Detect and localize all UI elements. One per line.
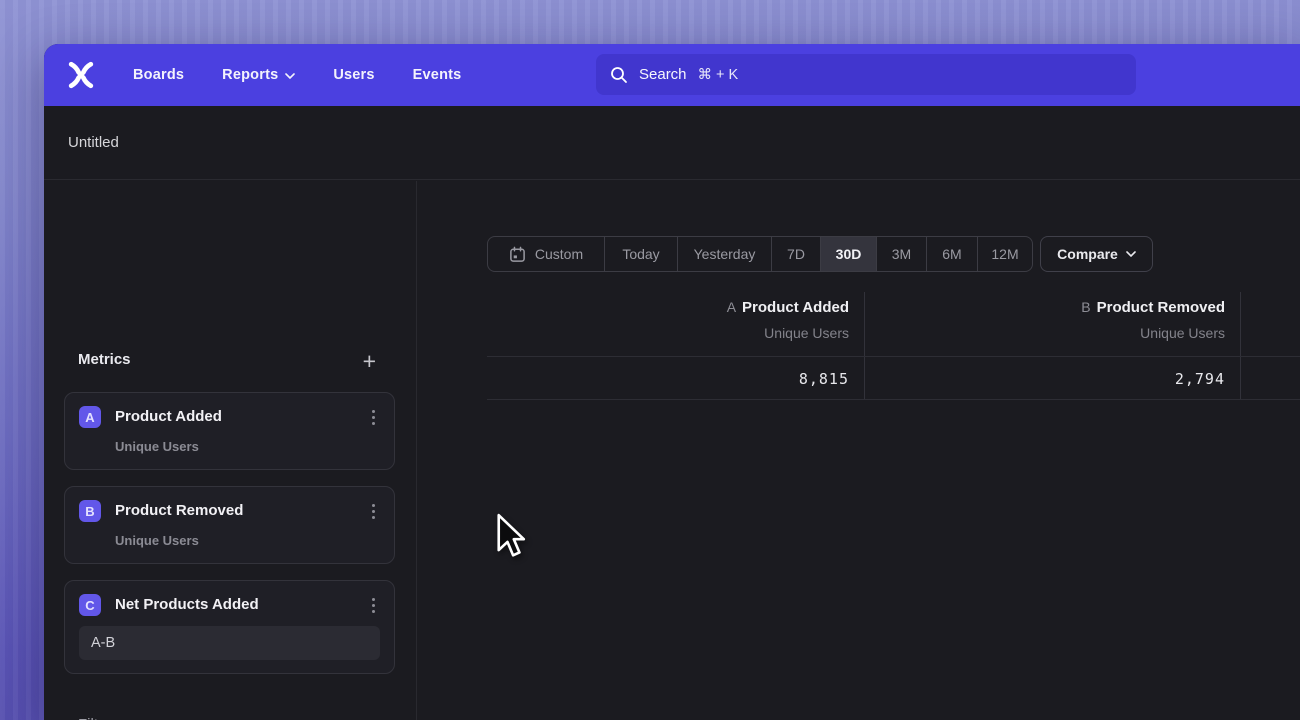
app-window: Boards Reports Users Events Search ⌘ + K… [44,44,1300,720]
range-label: Today [622,246,659,262]
range-12m[interactable]: 12M [978,237,1032,271]
sidebar: Metrics + A Product Added Unique Users B… [44,181,417,720]
metric-letter: B [1081,299,1090,315]
range-label: 6M [942,246,961,262]
metric-title: Product Added [115,408,222,425]
doc-header: Untitled [44,106,1300,180]
search-icon [610,66,628,84]
kebab-menu-icon[interactable] [364,406,382,428]
range-7d[interactable]: 7D [772,237,821,271]
metric-card-c[interactable]: C Net Products Added A-B [64,580,395,674]
range-label: 12M [991,246,1018,262]
table-column-divider [864,292,865,399]
kebab-menu-icon[interactable] [364,594,382,616]
search-placeholder: Search [639,66,687,83]
doc-title[interactable]: Untitled [68,134,119,151]
add-metric-icon[interactable]: + [363,346,376,376]
range-yesterday[interactable]: Yesterday [678,237,772,271]
nav-label: Reports [222,67,278,83]
chevron-down-icon [285,73,295,79]
table-column-divider [1240,292,1241,399]
formula-input[interactable]: A-B [79,626,380,660]
metric-subtitle[interactable]: Unique Users [115,439,199,454]
nav-item-events[interactable]: Events [413,67,462,83]
chevron-down-icon [1126,251,1136,257]
metric-card-a[interactable]: A Product Added Unique Users [64,392,395,470]
metric-badge-c: C [79,594,101,616]
range-label: 7D [787,246,805,262]
range-label: 30D [836,246,862,262]
table-value-b: 2,794 [867,364,1225,394]
metric-badge-b: B [79,500,101,522]
range-3m[interactable]: 3M [877,237,927,271]
table-value-a: 8,815 [487,364,849,394]
search-input[interactable]: Search ⌘ + K [596,54,1136,95]
mixpanel-logo-icon[interactable] [66,60,96,90]
add-filter-icon[interactable]: + [363,711,376,720]
nav-item-boards[interactable]: Boards [133,67,184,83]
mouse-cursor-icon [496,513,532,561]
nav-label: Users [333,67,374,83]
top-navbar: Boards Reports Users Events Search ⌘ + K [44,44,1300,106]
filter-section: Filter + [44,711,416,720]
table-header-col-a: A Product Added Unique Users [487,299,849,341]
column-subtitle: Unique Users [867,325,1225,341]
column-subtitle: Unique Users [487,325,849,341]
nav-label: Events [413,67,462,83]
range-label: 3M [892,246,911,262]
date-range-picker: Custom Today Yesterday 7D 30D 3M 6M 12M [487,236,1033,272]
range-today[interactable]: Today [605,237,678,271]
metric-card-b[interactable]: B Product Removed Unique Users [64,486,395,564]
metrics-header: Metrics + [44,346,416,376]
nav-label: Boards [133,67,184,83]
range-30d-selected[interactable]: 30D [821,237,877,271]
range-label: Yesterday [694,246,756,262]
search-shortcut: ⌘ + K [698,67,739,83]
table-row-divider [487,399,1300,400]
range-6m[interactable]: 6M [927,237,978,271]
table-header-divider [487,356,1300,357]
metric-badge-a: A [79,406,101,428]
compare-button[interactable]: Compare [1040,236,1153,272]
nav-item-users[interactable]: Users [333,67,374,83]
metric-title: Product Removed [115,502,243,519]
kebab-menu-icon[interactable] [364,500,382,522]
metric-subtitle[interactable]: Unique Users [115,533,199,548]
column-title: Product Added [742,299,849,316]
metrics-label: Metrics [78,351,131,368]
column-title: Product Removed [1097,299,1225,316]
table-header-col-b: B Product Removed Unique Users [867,299,1225,341]
nav-item-reports[interactable]: Reports [222,67,295,83]
metric-title: Net Products Added [115,596,259,613]
metric-letter: A [727,299,736,315]
range-custom[interactable]: Custom [488,237,605,271]
compare-label: Compare [1057,246,1118,262]
filter-label: Filter [78,716,111,720]
calendar-icon [509,246,526,263]
main-nav: Boards Reports Users Events [133,44,461,106]
range-label: Custom [535,246,583,262]
